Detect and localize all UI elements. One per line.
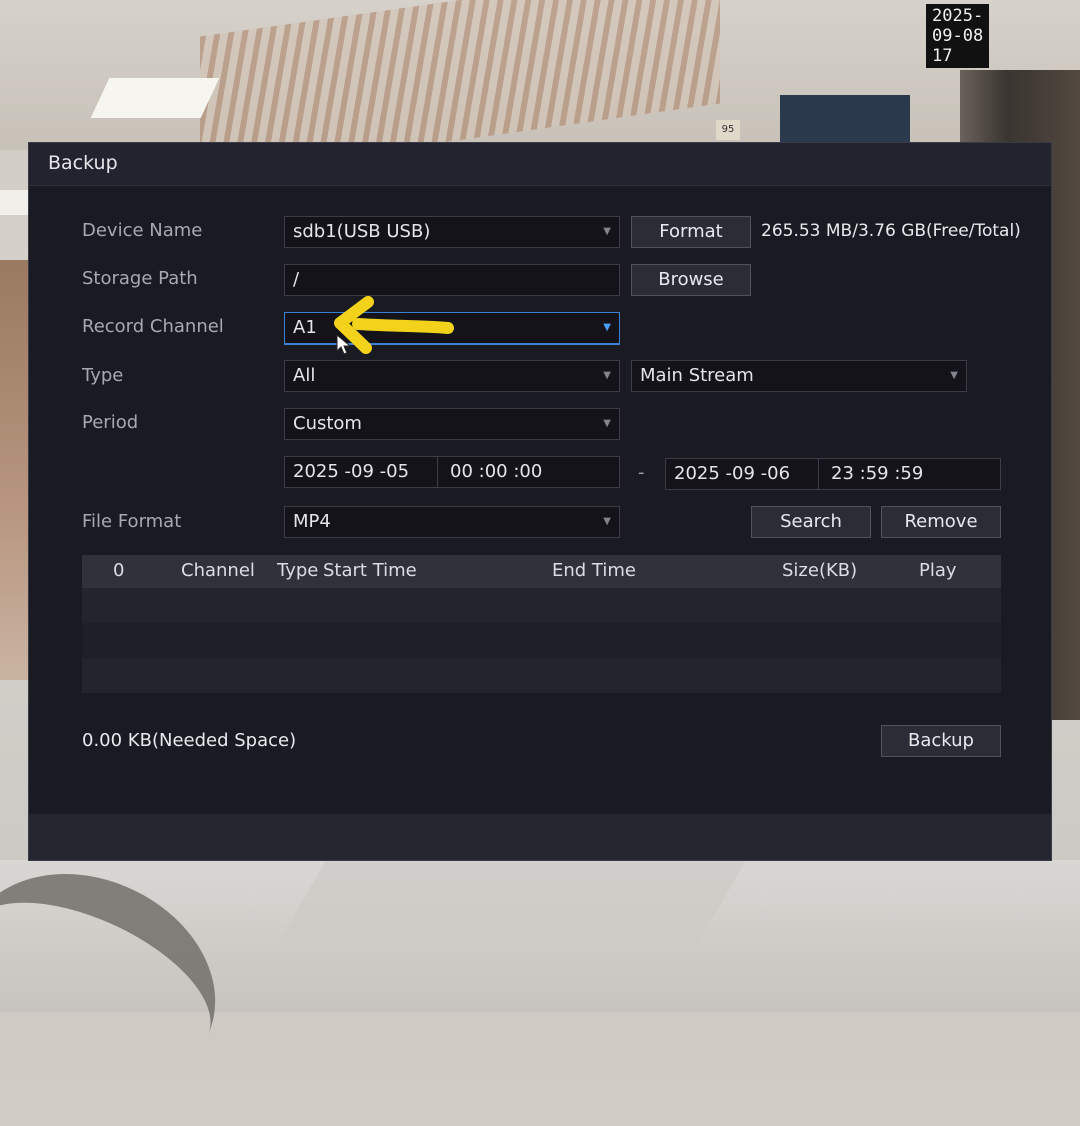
record-channel-label: Record Channel: [82, 316, 224, 337]
column-channel: Channel: [181, 560, 255, 581]
column-play: Play: [919, 560, 957, 581]
backup-button[interactable]: Backup: [881, 725, 1001, 757]
file-format-value: MP4: [293, 511, 331, 532]
type-select[interactable]: All ▼: [284, 360, 620, 392]
period-label: Period: [82, 412, 139, 433]
select-all-count[interactable]: 0: [113, 560, 124, 581]
camera-background-light: [90, 78, 220, 118]
range-separator: -: [638, 462, 645, 483]
table-header: 0 Channel Type Start Time End Time Size(…: [82, 555, 1001, 588]
dialog-title: Backup: [48, 152, 118, 174]
column-type: Type: [277, 560, 319, 581]
chevron-down-icon: ▼: [603, 322, 611, 333]
device-name-label: Device Name: [82, 220, 203, 241]
storage-path-label: Storage Path: [82, 268, 198, 289]
table-row[interactable]: [82, 623, 1001, 658]
end-time[interactable]: 23 :59 :59: [831, 459, 923, 489]
period-select[interactable]: Custom ▼: [284, 408, 620, 440]
background-sign: 95: [716, 120, 740, 140]
dialog-footer: [29, 814, 1051, 860]
device-name-value: sdb1(USB USB): [293, 221, 431, 242]
search-button[interactable]: Search: [751, 506, 871, 538]
camera-background-wall: [0, 260, 28, 680]
storage-info: 265.53 MB/3.76 GB(Free/Total): [761, 221, 1021, 241]
osd-timestamp: 🔔︎ 2025-09-08 17: [926, 4, 990, 68]
osd-datetime: 2025-09-08 17: [926, 4, 990, 68]
datetime-divider: [818, 459, 819, 489]
stream-select[interactable]: Main Stream ▼: [631, 360, 967, 392]
type-label: Type: [82, 365, 124, 386]
backup-dialog: Backup Device Name sdb1(USB USB) ▼ Forma…: [28, 142, 1052, 861]
column-size: Size(KB): [782, 560, 858, 581]
backup-file-table: 0 Channel Type Start Time End Time Size(…: [82, 555, 1001, 695]
remove-button[interactable]: Remove: [881, 506, 1001, 538]
type-value: All: [293, 365, 316, 386]
dialog-titlebar: Backup: [29, 143, 1051, 186]
storage-path-value: /: [293, 269, 300, 290]
needed-space: 0.00 KB(Needed Space): [82, 730, 297, 751]
column-start-time: Start Time: [323, 560, 417, 581]
storage-path-field[interactable]: /: [284, 264, 620, 296]
record-channel-value: A1: [293, 317, 317, 338]
start-time[interactable]: 00 :00 :00: [450, 457, 542, 487]
table-row[interactable]: [82, 588, 1001, 623]
chevron-down-icon: ▼: [603, 226, 611, 237]
chevron-down-icon: ▼: [603, 418, 611, 429]
period-value: Custom: [293, 413, 362, 434]
file-format-label: File Format: [82, 511, 182, 532]
start-datetime-field[interactable]: 2025 -09 -05 00 :00 :00: [284, 456, 620, 488]
table-row[interactable]: [82, 658, 1001, 693]
format-button[interactable]: Format: [631, 216, 751, 248]
end-datetime-field[interactable]: 2025 -09 -06 23 :59 :59: [665, 458, 1001, 490]
column-end-time: End Time: [552, 560, 636, 581]
start-date[interactable]: 2025 -09 -05: [293, 457, 409, 487]
device-name-select[interactable]: sdb1(USB USB) ▼: [284, 216, 620, 248]
browse-button[interactable]: Browse: [631, 264, 751, 296]
record-channel-select[interactable]: A1 ▼: [284, 312, 620, 344]
mouse-cursor-icon: [336, 334, 352, 355]
chevron-down-icon: ▼: [603, 516, 611, 527]
chevron-down-icon: ▼: [603, 370, 611, 381]
file-format-select[interactable]: MP4 ▼: [284, 506, 620, 538]
camera-background-light: [0, 190, 30, 215]
stream-value: Main Stream: [640, 365, 754, 386]
camera-background-window: [780, 95, 910, 145]
camera-background-floor-tile: [274, 860, 746, 950]
end-date[interactable]: 2025 -09 -06: [674, 459, 790, 489]
chevron-down-icon: ▼: [950, 370, 958, 381]
datetime-divider: [437, 457, 438, 487]
